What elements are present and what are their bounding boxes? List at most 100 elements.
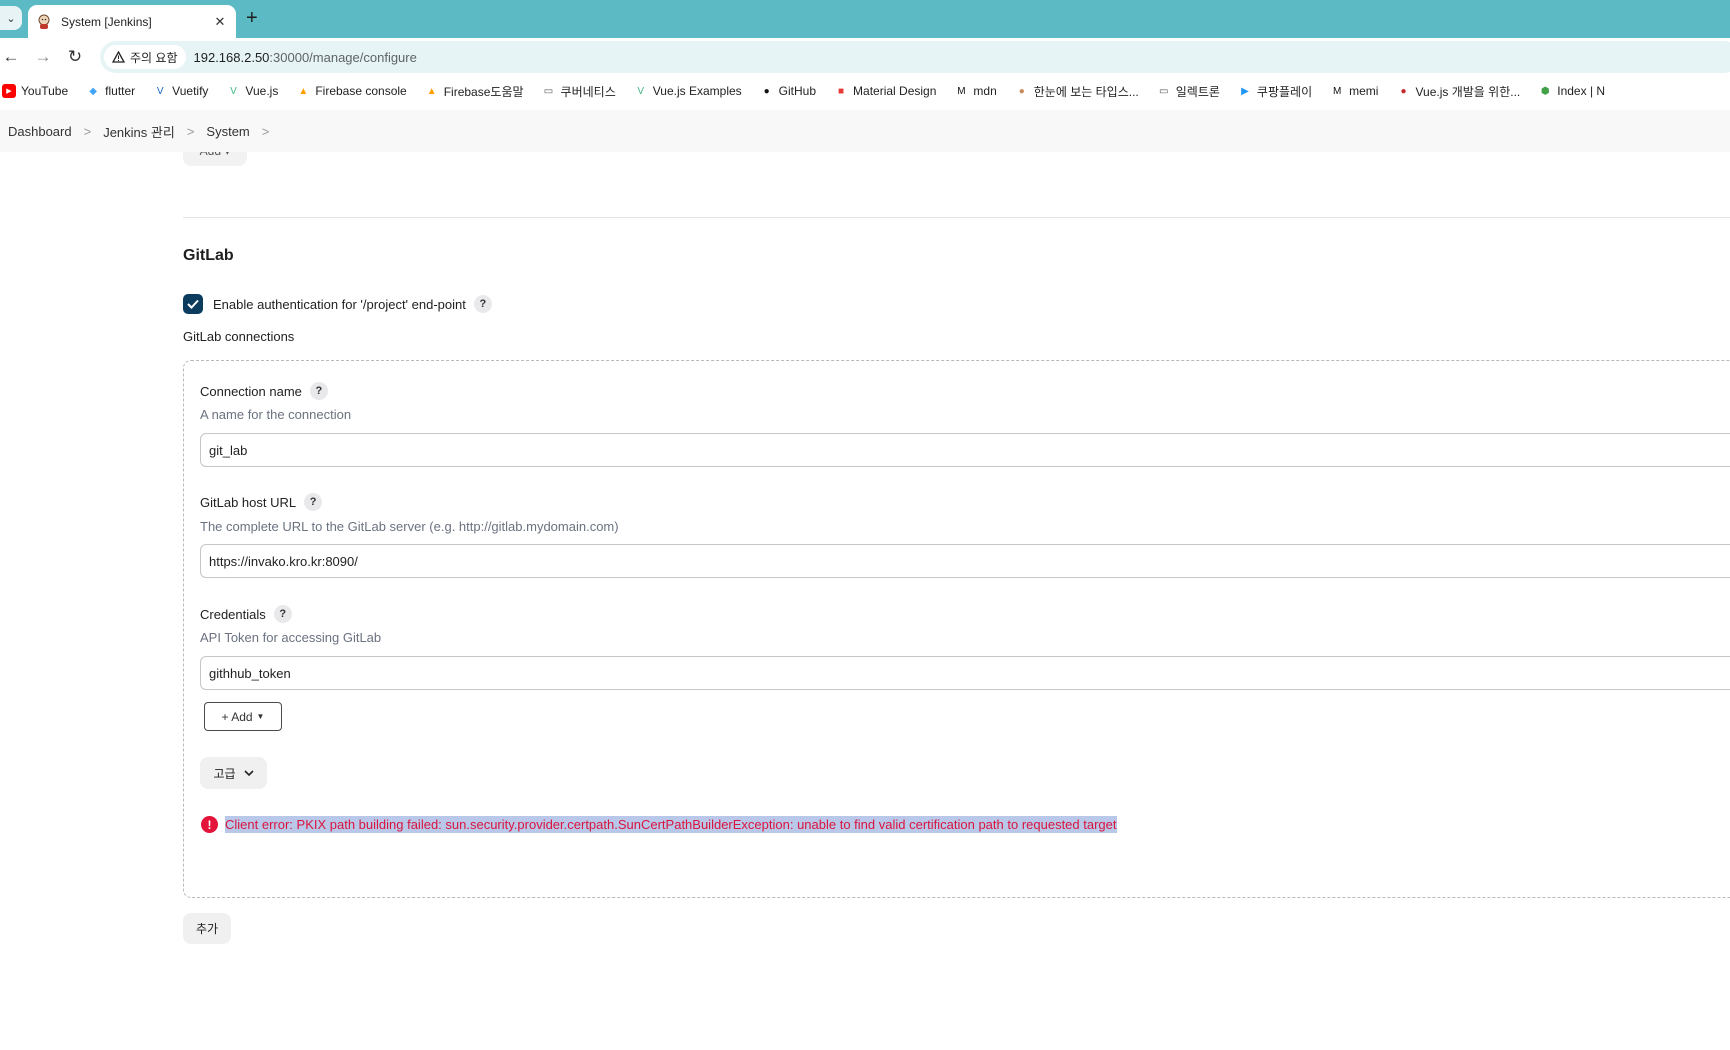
error-icon: ! — [201, 816, 218, 833]
credentials-label: Credentials — [200, 606, 266, 622]
credentials-select[interactable]: githhub_token — [200, 656, 1730, 690]
bookmarks-bar: ▶ YouTube ◆ flutter V Vuetify V Vue.js ▲ Firebase… — [0, 76, 1730, 106]
folder-icon: ▭ — [543, 85, 554, 97]
breadcrumb-dashboard[interactable]: Dashboard — [8, 124, 72, 139]
add-button-top[interactable]: Add ▾ — [183, 152, 247, 166]
bookmark-item[interactable]: Mmdn — [954, 84, 997, 98]
bookmark-item[interactable]: ◆ flutter — [86, 84, 135, 98]
bookmark-label: Vuetify — [172, 84, 209, 98]
bookmark-label: Material Design — [853, 84, 937, 98]
bookmark-label: mdn — [973, 84, 997, 98]
add-connection-button[interactable]: 추가 — [183, 913, 231, 944]
avatar-icon: ● — [1018, 85, 1025, 97]
bookmark-item[interactable]: ● 한눈에 보는 타입스... — [1015, 83, 1139, 100]
enable-auth-label: Enable authentication for '/project' end… — [213, 296, 466, 312]
credentials-label-row: Credentials ? — [200, 605, 292, 623]
mdn-icon: M — [957, 85, 966, 97]
help-icon[interactable]: ? — [473, 295, 492, 313]
bookmark-label: Firebase console — [315, 84, 407, 98]
bookmark-item[interactable]: ● GitHub — [760, 84, 816, 98]
folder-icon: ▭ — [1159, 85, 1169, 97]
github-icon: ● — [763, 85, 770, 97]
help-icon[interactable]: ? — [273, 605, 292, 623]
bookmark-item[interactable]: ▲ Firebase도움말 — [425, 83, 524, 100]
help-icon[interactable]: ? — [304, 493, 323, 511]
bookmark-item[interactable]: ▲ Firebase console — [296, 84, 406, 98]
warning-triangle-icon — [112, 51, 125, 63]
bookmark-label: YouTube — [21, 84, 69, 98]
address-bar[interactable]: 주의 요함 192.168.2.50:30000/manage/configur… — [100, 41, 1730, 73]
connection-error-row: ! Client error: PKIX path building faile… — [201, 816, 1117, 833]
memi-icon: M — [1332, 85, 1342, 97]
gitlab-connections-label: GitLab connections — [183, 329, 295, 344]
material-design-icon: ■ — [838, 85, 845, 97]
bookmark-label: 한눈에 보는 타입스... — [1033, 84, 1139, 99]
vue-icon: V — [637, 85, 645, 97]
chevron-down-icon: ⌄ — [6, 12, 16, 25]
section-title-gitlab: GitLab — [183, 247, 234, 264]
url-path: :30000/manage/configure — [269, 49, 417, 65]
bookmark-label: memi — [1349, 84, 1379, 98]
enable-auth-checkbox[interactable] — [183, 294, 203, 314]
vue-dev-icon: ● — [1400, 85, 1407, 97]
bookmark-item[interactable]: V Vue.js Examples — [634, 84, 742, 98]
coupang-play-icon: ▶ — [1241, 85, 1249, 97]
bookmark-label: Firebase도움말 — [443, 84, 524, 99]
bookmark-item[interactable]: ▶ 쿠팡플레이 — [1238, 83, 1312, 100]
url-text: 192.168.2.50:30000/manage/configure — [194, 50, 417, 65]
bookmark-item[interactable]: Mmemi — [1330, 84, 1379, 98]
close-icon[interactable]: ✕ — [212, 14, 228, 30]
bookmark-item[interactable]: ▭ 쿠버네티스 — [542, 83, 616, 100]
bookmark-label: Vue.js Examples — [652, 84, 742, 98]
bookmark-item[interactable]: ⬢ Index | N — [1538, 84, 1605, 98]
breadcrumb-separator: > — [261, 123, 270, 139]
connection-error-message: Client error: PKIX path building failed:… — [225, 816, 1117, 833]
advanced-label: 고급 — [213, 766, 236, 781]
gitlab-connection-block: Connection name ? A name for the connect… — [183, 360, 1730, 898]
bookmark-item[interactable]: ■ Material Design — [834, 84, 936, 98]
security-chip-label: 주의 요함 — [130, 50, 178, 65]
host-url-label-row: GitLab host URL ? — [200, 493, 323, 511]
host-url-label: GitLab host URL — [200, 494, 297, 510]
connection-name-description: A name for the connection — [200, 407, 352, 422]
chevron-down-icon — [243, 769, 254, 776]
connection-name-input[interactable]: git_lab — [200, 433, 1730, 467]
vuetify-icon: V — [156, 85, 164, 97]
host-url-input[interactable]: https://invako.kro.kr:8090/ — [200, 544, 1730, 578]
bookmark-item[interactable]: V Vue.js — [226, 84, 278, 98]
firebase-icon: ▲ — [426, 85, 437, 97]
credentials-description: API Token for accessing GitLab — [200, 630, 382, 645]
forward-arrow-icon[interactable]: → — [32, 46, 54, 68]
url-host: 192.168.2.50 — [193, 49, 270, 65]
flutter-icon: ◆ — [89, 85, 97, 97]
browser-toolbar: ← → ↻ 주의 요함 192.168.2.50:30000/manage/co… — [0, 38, 1730, 76]
help-icon[interactable]: ? — [309, 382, 328, 400]
bookmark-item[interactable]: V Vuetify — [153, 84, 209, 98]
breadcrumb: Dashboard > Jenkins 관리 > System > — [0, 110, 1730, 152]
youtube-icon: ▶ — [2, 84, 16, 98]
tab-search-button[interactable]: ⌄ — [0, 6, 22, 30]
advanced-button[interactable]: 고급 — [200, 757, 267, 789]
jenkins-favicon-icon — [38, 14, 50, 29]
bookmark-item[interactable]: ● Vue.js 개발을 위한... — [1396, 83, 1520, 100]
breadcrumb-system[interactable]: System — [206, 124, 249, 139]
bookmark-label: flutter — [105, 84, 136, 98]
add-credentials-button[interactable]: + Add ▼ — [204, 702, 282, 731]
bookmark-item[interactable]: ▶ YouTube — [2, 84, 68, 98]
breadcrumb-separator: > — [186, 123, 195, 139]
bookmark-label: 쿠팡플레이 — [1256, 84, 1313, 99]
back-arrow-icon[interactable]: ← — [0, 46, 22, 68]
reload-icon[interactable]: ↻ — [64, 46, 86, 68]
host-url-description: The complete URL to the GitLab server (e… — [200, 519, 619, 534]
breadcrumb-jenkins-manage[interactable]: Jenkins 관리 — [103, 122, 175, 141]
bookmark-label: Vue.js — [245, 84, 279, 98]
checkmark-icon — [187, 299, 199, 309]
bookmark-label: 쿠버네티스 — [560, 84, 616, 99]
bookmark-label: Index | N — [1557, 84, 1606, 98]
browser-tab-active[interactable]: System [Jenkins] ✕ — [28, 5, 236, 38]
tab-title: System [Jenkins] — [61, 14, 152, 29]
bookmark-label: 일렉트론 — [1175, 84, 1220, 99]
new-tab-button[interactable]: + — [246, 8, 258, 28]
security-warning-chip[interactable]: 주의 요함 — [104, 45, 186, 69]
bookmark-item[interactable]: ▭ 일렉트론 — [1157, 83, 1220, 100]
